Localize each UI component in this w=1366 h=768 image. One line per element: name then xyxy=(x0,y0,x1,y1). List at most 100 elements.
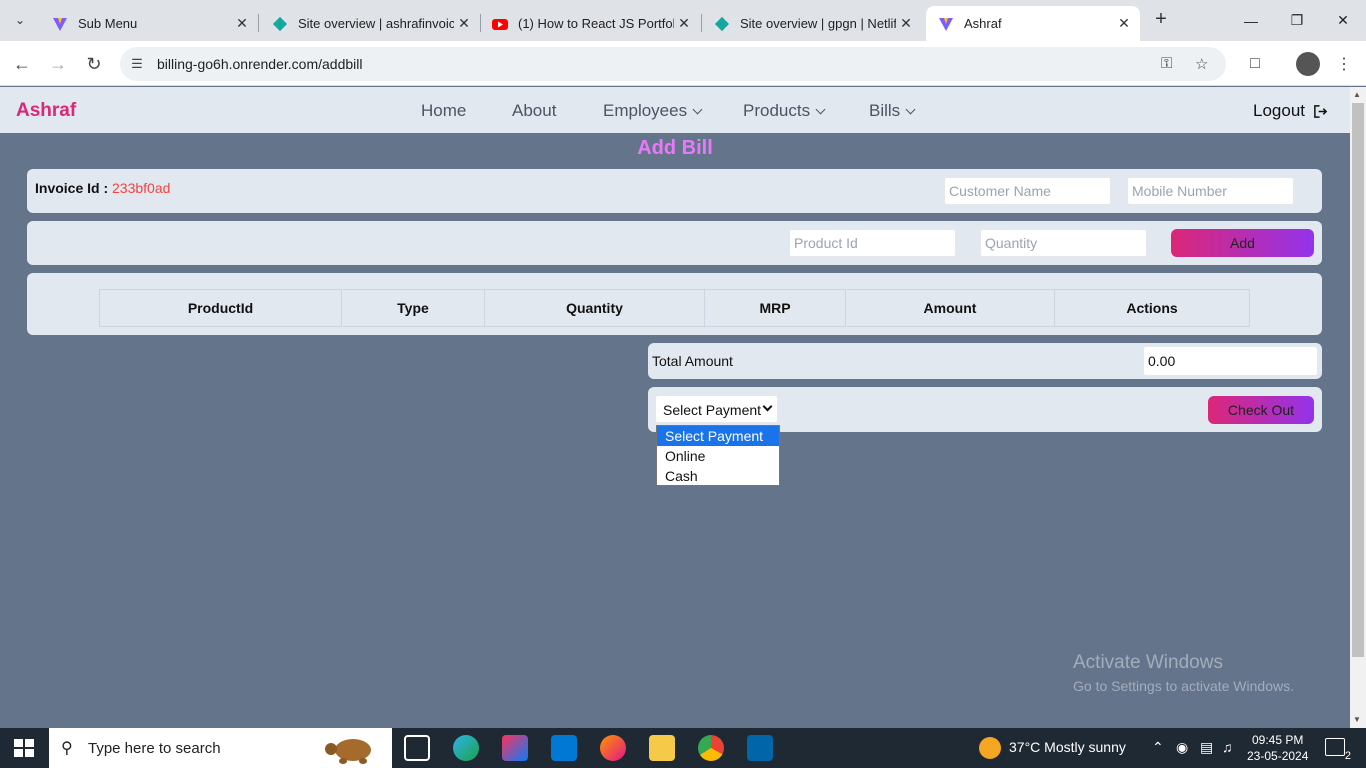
total-amount-field[interactable] xyxy=(1143,346,1318,376)
payment-option[interactable]: Online xyxy=(657,446,779,466)
bill-items-table: ProductId Type Quantity MRP Amount Actio… xyxy=(99,289,1250,327)
column-header: Type xyxy=(341,289,485,327)
add-product-card: Add xyxy=(27,221,1322,265)
tab-sub-menu[interactable]: Sub Menu ✕ xyxy=(40,6,258,41)
taskbar-search-box[interactable]: ⚲ Type here to search xyxy=(49,728,392,768)
task-view-icon[interactable] xyxy=(404,735,430,761)
new-tab-plus-icon[interactable]: + xyxy=(1150,8,1172,30)
quantity-input[interactable] xyxy=(980,229,1147,257)
mobile-number-input[interactable] xyxy=(1127,177,1294,205)
chrome-icon[interactable] xyxy=(698,735,724,761)
password-key-icon[interactable]: ⚿ xyxy=(1161,55,1172,72)
chevron-down-icon xyxy=(905,104,916,114)
intellij-icon[interactable] xyxy=(502,735,528,761)
bookmark-star-icon[interactable]: ☆ xyxy=(1195,55,1208,73)
column-header: ProductId xyxy=(99,289,342,327)
logout-icon xyxy=(1314,104,1328,118)
app-navbar: Ashraf Home About Employees Products Bil… xyxy=(0,87,1350,133)
column-header: Amount xyxy=(845,289,1055,327)
vite-icon xyxy=(53,17,67,31)
network-icon[interactable]: ▤ xyxy=(1200,739,1213,756)
scroll-up-arrow-icon[interactable]: ▲ xyxy=(1353,90,1361,99)
payment-option[interactable]: Cash xyxy=(657,466,779,486)
tab-ashraf[interactable]: Ashraf ✕ xyxy=(926,6,1140,41)
invoice-id-label: Invoice Id : 233bf0ad xyxy=(35,180,171,196)
payment-options-list: Select Payment Online Cash xyxy=(656,425,780,486)
edge-icon[interactable] xyxy=(453,735,479,761)
address-bar[interactable]: ☰ billing-go6h.onrender.com/addbill ⚿ ☆ xyxy=(120,47,1226,81)
turtle-search-highlight-icon xyxy=(325,739,371,764)
scroll-down-arrow-icon[interactable]: ▼ xyxy=(1353,715,1361,724)
search-icon: ⚲ xyxy=(61,740,73,757)
chevron-down-icon xyxy=(762,401,773,412)
notification-count: 2 xyxy=(1344,750,1351,762)
notification-icon[interactable]: 2 xyxy=(1325,738,1351,762)
nav-employees[interactable]: Employees xyxy=(603,101,703,121)
volume-icon[interactable]: ♫ xyxy=(1222,739,1233,755)
brand-logo[interactable]: Ashraf xyxy=(16,100,76,122)
system-clock[interactable]: 09:45 PM 23-05-2024 xyxy=(1247,732,1308,764)
windows-start-icon[interactable] xyxy=(14,739,34,757)
bill-items-card: ProductId Type Quantity MRP Amount Actio… xyxy=(27,273,1322,335)
close-tab-icon[interactable]: ✕ xyxy=(896,15,916,32)
payment-select[interactable]: Select Payment xyxy=(655,395,778,423)
netlify-icon xyxy=(272,16,288,31)
browser-toolbar: ← → ↻ ☰ billing-go6h.onrender.com/addbil… xyxy=(0,41,1366,86)
product-id-input[interactable] xyxy=(789,229,956,257)
customer-name-input[interactable] xyxy=(944,177,1111,205)
payment-option[interactable]: Select Payment xyxy=(657,426,779,446)
firefox-icon[interactable] xyxy=(600,735,626,761)
nav-home[interactable]: Home xyxy=(421,101,466,121)
restore-icon[interactable]: ❐ xyxy=(1274,0,1320,41)
invoice-card: Invoice Id : 233bf0ad xyxy=(27,169,1322,213)
file-explorer-icon[interactable] xyxy=(649,735,675,761)
reload-icon[interactable]: ↻ xyxy=(81,51,107,77)
total-amount-label: Total Amount xyxy=(652,353,733,369)
weather-text[interactable]: 37°C Mostly sunny xyxy=(1009,739,1126,755)
meet-now-icon[interactable]: ◉ xyxy=(1176,739,1188,756)
menu-kebab-icon[interactable]: ⋮ xyxy=(1332,52,1356,76)
site-info-icon[interactable]: ☰ xyxy=(128,55,146,73)
nav-products[interactable]: Products xyxy=(743,101,826,121)
check-out-button[interactable]: Check Out xyxy=(1208,396,1314,424)
logout-link[interactable]: Logout xyxy=(1253,101,1328,121)
activate-windows-watermark: Activate Windows Go to Settings to activ… xyxy=(1073,652,1294,694)
invoice-id-value: 233bf0ad xyxy=(112,180,171,196)
youtube-icon xyxy=(492,18,508,30)
profile-avatar[interactable] xyxy=(1296,52,1320,76)
column-header: Actions xyxy=(1054,289,1250,327)
total-amount-card: Total Amount xyxy=(648,343,1322,379)
nav-about[interactable]: About xyxy=(512,101,556,121)
vscode-icon[interactable] xyxy=(747,735,773,761)
close-tab-icon[interactable]: ✕ xyxy=(454,15,474,32)
netlify-icon xyxy=(714,16,730,31)
weather-sun-icon[interactable] xyxy=(979,737,1001,759)
tab-divider xyxy=(258,14,259,32)
page-scrollbar[interactable]: ▲ ▼ xyxy=(1350,87,1366,728)
close-tab-icon[interactable]: ✕ xyxy=(1114,15,1134,32)
chevron-down-icon xyxy=(692,104,703,114)
mail-icon[interactable] xyxy=(551,735,577,761)
url-text: billing-go6h.onrender.com/addbill xyxy=(157,56,363,72)
chevron-down-icon xyxy=(815,104,826,114)
extensions-icon[interactable]: □ xyxy=(1243,52,1267,76)
nav-bills[interactable]: Bills xyxy=(869,101,916,121)
vite-icon xyxy=(939,17,953,31)
close-window-icon[interactable]: ✕ xyxy=(1320,0,1366,41)
forward-arrow-icon[interactable]: → xyxy=(45,51,71,77)
show-hidden-icons-chevron-icon[interactable]: ⌃ xyxy=(1152,739,1164,756)
windows-taskbar: ⚲ Type here to search 37°C Mostly sunny … xyxy=(0,728,1366,768)
column-header: MRP xyxy=(704,289,846,327)
table-header-row: ProductId Type Quantity MRP Amount Actio… xyxy=(99,289,1250,327)
back-arrow-icon[interactable]: ← xyxy=(9,51,35,77)
column-header: Quantity xyxy=(484,289,705,327)
close-tab-icon[interactable]: ✕ xyxy=(674,15,694,32)
scrollbar-thumb[interactable] xyxy=(1352,103,1364,657)
tab-site-overview-gpgn[interactable]: Site overview | gpgn | Netlify ✕ xyxy=(702,6,922,41)
tab-search-chevron-icon[interactable]: ⌄ xyxy=(8,8,32,32)
close-tab-icon[interactable]: ✕ xyxy=(232,15,252,32)
minimize-icon[interactable]: — xyxy=(1228,0,1274,41)
tab-youtube[interactable]: (1) How to React JS Portfolio ✕ xyxy=(480,6,700,41)
add-button[interactable]: Add xyxy=(1171,229,1314,257)
tab-site-overview-ashrafinvoice[interactable]: Site overview | ashrafinvoice ✕ xyxy=(260,6,480,41)
